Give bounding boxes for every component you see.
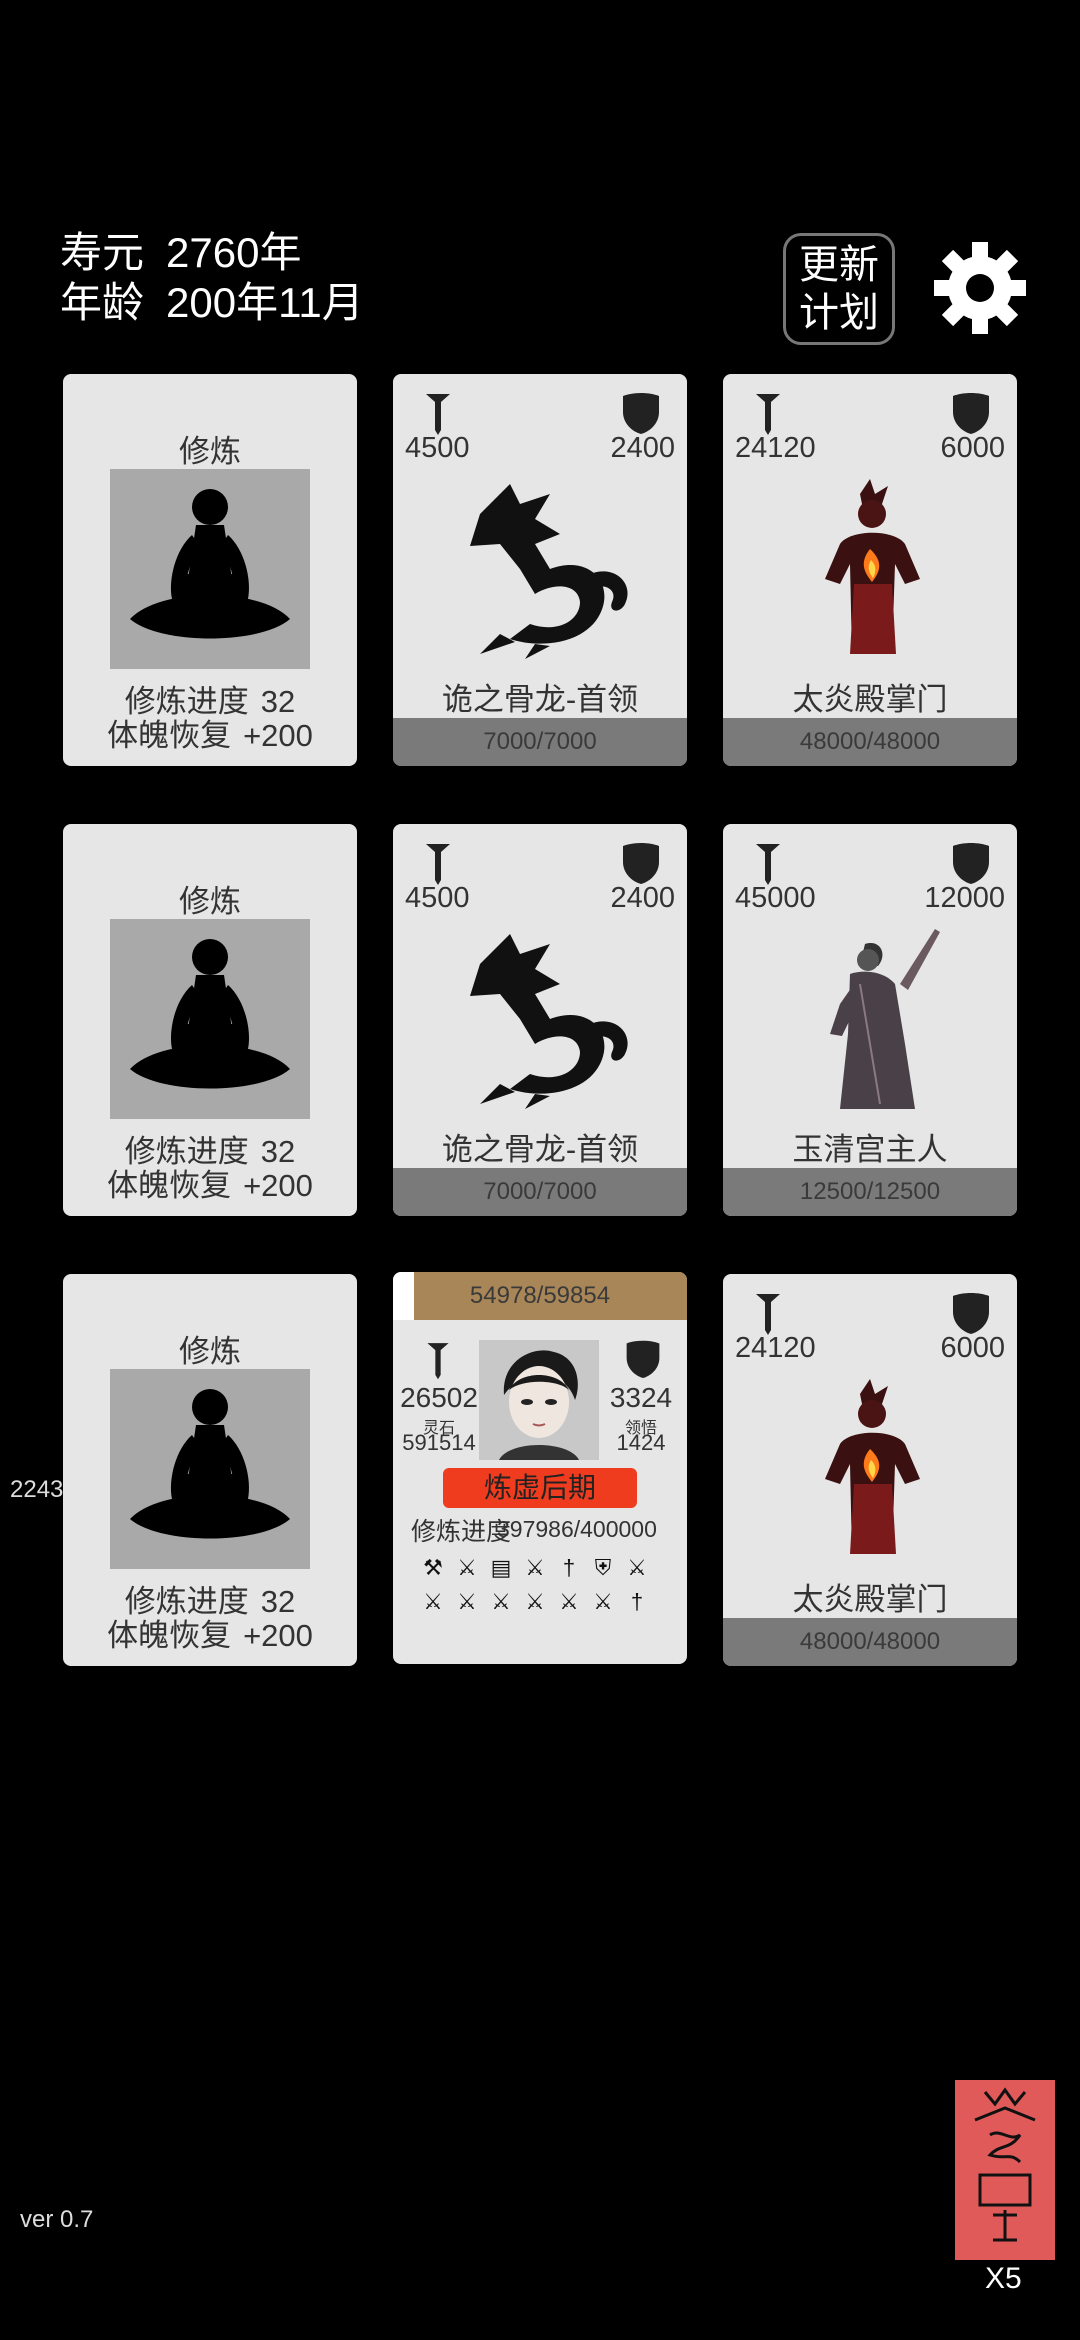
sword-icon[interactable]: ⚔ — [453, 1588, 481, 1616]
gear-icon[interactable] — [930, 238, 1030, 338]
sword-icon — [427, 1343, 449, 1380]
recovery-label: 体魄恢复 — [107, 1168, 232, 1203]
enemy-attack: 24120 — [735, 1332, 816, 1364]
enemy-defense: 6000 — [940, 1332, 1005, 1364]
update-plan-line2: 计划 — [799, 291, 879, 335]
meditation-icon — [110, 469, 310, 669]
player-avatar — [479, 1340, 599, 1460]
enemy-card[interactable]: 4500 2400 诡之骨龙-首领 7000/7000 — [393, 824, 687, 1216]
sword-icon[interactable]: ⚔ — [453, 1554, 481, 1582]
sword-icon — [426, 394, 450, 435]
sword-icon — [426, 844, 450, 885]
axe-icon[interactable]: ⚒ — [419, 1554, 447, 1582]
training-title: 修炼 — [179, 884, 241, 919]
sword-icon — [756, 394, 780, 435]
sword-icon — [756, 844, 780, 885]
equipment-list: ⚒ ⚔ ▤ ⚔ † ⛨ ⚔ ⚔ ⚔ ⚔ ⚔ ⚔ ⚔ † — [419, 1554, 663, 1616]
training-title: 修炼 — [179, 1334, 241, 1369]
version-label: ver 0.7 — [20, 2206, 94, 2233]
talisman-count: X5 — [985, 2262, 1022, 2295]
sword-icon — [756, 1294, 780, 1335]
age-value: 200年11月 — [166, 279, 364, 326]
enemy-card[interactable]: 24120 6000 太炎殿掌门 48000/48000 — [723, 1274, 1017, 1666]
training-card[interactable]: 修炼 修炼进度 32 体魄恢复 +200 — [63, 374, 357, 766]
sword-icon[interactable]: ⚔ — [555, 1588, 583, 1616]
enemy-hp-bar: 7000/7000 — [393, 1168, 687, 1216]
enemy-card[interactable]: 24120 6000 太炎殿掌门 48000/48000 — [723, 374, 1017, 766]
enemy-card[interactable]: 4500 2400 诡之骨龙-首领 7000/7000 — [393, 374, 687, 766]
sword-icon[interactable]: ⚔ — [419, 1588, 447, 1616]
shield-icon — [623, 843, 659, 884]
enemy-attack: 45000 — [735, 882, 816, 914]
realm-button[interactable]: 炼虚后期 — [443, 1468, 637, 1508]
enemy-name: 太炎殿掌门 — [792, 682, 948, 717]
enemy-card[interactable]: 45000 12000 玉清宫主人 12500/12500 — [723, 824, 1017, 1216]
enemy-attack: 4500 — [405, 432, 470, 464]
enemy-attack: 4500 — [405, 882, 470, 914]
sword-icon[interactable]: ⚔ — [487, 1588, 515, 1616]
recovery-value: +200 — [243, 1618, 313, 1653]
sword-icon[interactable]: ⚔ — [521, 1554, 549, 1582]
shield-icon — [953, 393, 989, 434]
experience-bar: 54978/59854 — [393, 1272, 687, 1320]
shield-icon — [626, 1340, 660, 1378]
sword-master-icon — [830, 929, 940, 1109]
training-title: 修炼 — [179, 434, 241, 469]
shield-icon — [953, 1293, 989, 1334]
dagger-icon[interactable]: † — [623, 1588, 651, 1616]
player-card[interactable]: 54978/59854 26502 3324 灵石 领悟 591514 1424… — [393, 1272, 687, 1664]
status-panel: 寿元 2760年 年龄 200年11月 — [60, 228, 386, 328]
recovery-label: 体魄恢复 — [107, 1618, 232, 1653]
enemy-defense: 2400 — [610, 432, 675, 464]
lifespan-value: 2760年 — [166, 229, 302, 276]
flame-demon-icon — [825, 1379, 920, 1554]
shield-icon[interactable]: ⛨ — [589, 1554, 617, 1582]
enemy-name: 太炎殿掌门 — [792, 1582, 948, 1617]
meditation-icon — [110, 919, 310, 1119]
enemy-defense: 2400 — [610, 882, 675, 914]
update-plan-button[interactable]: 更新 计划 — [783, 233, 895, 345]
enemy-hp-bar: 12500/12500 — [723, 1168, 1017, 1216]
talisman-icon[interactable] — [955, 2080, 1055, 2260]
enemy-name: 诡之骨龙-首领 — [441, 1132, 639, 1167]
flame-demon-icon — [825, 479, 920, 654]
shield-icon — [953, 843, 989, 884]
enemy-attack: 24120 — [735, 432, 816, 464]
player-attack: 26502 — [400, 1382, 478, 1413]
dagger-icon[interactable]: † — [555, 1554, 583, 1582]
enemy-name: 玉清宫主人 — [792, 1132, 948, 1167]
scroll-icon[interactable]: ▤ — [487, 1554, 515, 1582]
meditation-icon — [110, 1369, 310, 1569]
enemy-defense: 6000 — [940, 432, 1005, 464]
player-defense: 3324 — [609, 1382, 673, 1413]
enemy-hp-bar: 48000/48000 — [723, 1618, 1017, 1666]
spirit-stone-value: 591514 — [402, 1430, 476, 1455]
recovery-value: +200 — [243, 718, 313, 753]
enemy-hp-bar: 7000/7000 — [393, 718, 687, 766]
experience-value: 54978/59854 — [469, 1282, 611, 1309]
shield-icon — [623, 393, 659, 434]
lifespan-label: 寿元 — [60, 229, 145, 276]
training-card[interactable]: 修炼 修炼进度 32 体魄恢复 +200 — [63, 1274, 357, 1666]
enemy-defense: 12000 — [924, 882, 1005, 914]
sword-icon[interactable]: ⚔ — [589, 1588, 617, 1616]
sword-icon[interactable]: ⚔ — [521, 1588, 549, 1616]
side-counter: 2243 — [10, 1476, 64, 1503]
player-progress-value: 397986/400000 — [497, 1516, 657, 1542]
training-card[interactable]: 修炼 修炼进度 32 体魄恢复 +200 — [63, 824, 357, 1216]
recovery-label: 体魄恢复 — [107, 718, 232, 753]
age-label: 年龄 — [60, 279, 145, 326]
update-plan-line1: 更新 — [799, 243, 879, 287]
sword-icon[interactable]: ⚔ — [623, 1554, 651, 1582]
enemy-hp-bar: 48000/48000 — [723, 718, 1017, 766]
dragon-icon — [470, 484, 628, 659]
enemy-name: 诡之骨龙-首领 — [441, 682, 639, 717]
player-progress-label: 修炼进度 — [411, 1518, 512, 1546]
insight-value: 1424 — [616, 1430, 666, 1455]
recovery-value: +200 — [243, 1168, 313, 1203]
dragon-icon — [470, 934, 628, 1109]
